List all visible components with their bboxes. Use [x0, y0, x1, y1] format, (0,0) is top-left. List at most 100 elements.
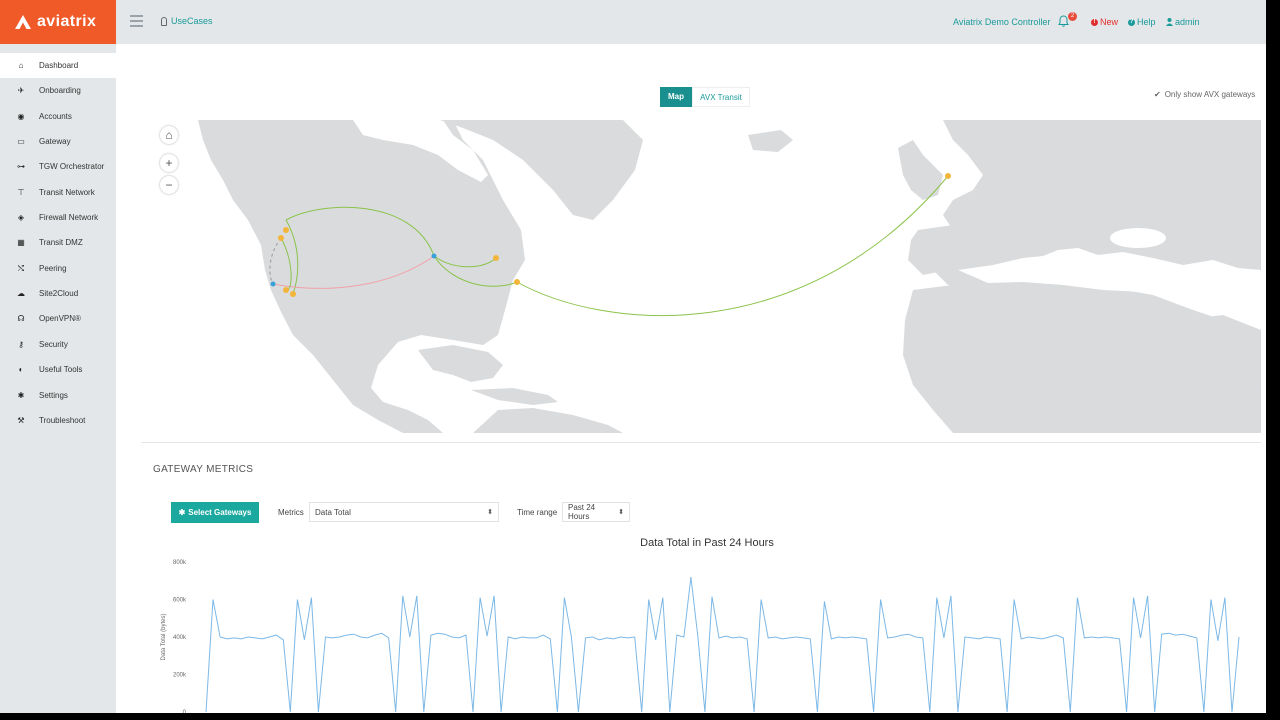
time-range-label: Time range	[517, 508, 558, 517]
sidebar-item-tgw-orchestrator[interactable]: ⊶ TGW Orchestrator	[0, 154, 116, 179]
world-map[interactable]: ⌂ + −	[153, 120, 1261, 433]
new-label: New	[1100, 17, 1119, 27]
notification-badge: 2	[1068, 12, 1077, 21]
sidebar-item-label: Firewall Network	[39, 213, 99, 222]
sidebar-item-label: Transit DMZ	[39, 238, 83, 247]
plane-icon: ✈	[17, 86, 25, 95]
sidebar-item-settings[interactable]: ✱ Settings	[0, 383, 116, 408]
sidebar-item-transit-network[interactable]: ⊤ Transit Network	[0, 180, 116, 205]
usecases-label: UseCases	[171, 16, 213, 26]
sidebar-item-label: Onboarding	[39, 86, 81, 95]
metrics-label: Metrics	[278, 508, 304, 517]
user-name: admin	[1175, 17, 1200, 27]
gateway-metrics-title: GATEWAY METRICS	[153, 464, 254, 475]
select-gateways-label: Select Gateways	[188, 508, 252, 517]
transit-marker	[270, 281, 276, 287]
lightbulb-icon	[161, 16, 167, 26]
home-icon: ⌂	[18, 61, 24, 70]
vpn-icon: ☊	[17, 314, 25, 323]
sidebar-item-label: Site2Cloud	[39, 289, 79, 298]
gateway-marker	[283, 227, 289, 233]
key-icon: ⚷	[18, 340, 24, 349]
exclamation-icon: !	[1091, 18, 1098, 26]
zoom-in-icon[interactable]: +	[160, 154, 178, 172]
tools-icon: ◐	[18, 365, 24, 374]
gear-icon: ✱	[17, 391, 25, 400]
brand-name: aviatrix	[37, 13, 97, 30]
tab-avx-transit[interactable]: AVX Transit	[692, 87, 750, 107]
sidebar-item-transit-dmz[interactable]: ▦ Transit DMZ	[0, 230, 116, 255]
sidebar-item-site2cloud[interactable]: ☁ Site2Cloud	[0, 281, 116, 306]
usecases-link[interactable]: UseCases	[161, 16, 213, 26]
only-avx-label: Only show AVX gateways	[1164, 90, 1256, 99]
help-button[interactable]: ? Help	[1128, 17, 1156, 27]
user-icon	[1166, 18, 1173, 26]
select-gateways-button[interactable]: ✱ Select Gateways	[171, 502, 259, 523]
y-tick-label: 800k	[173, 560, 187, 566]
user-menu[interactable]: admin	[1166, 17, 1200, 27]
menu-toggle-icon[interactable]	[130, 15, 143, 27]
aviatrix-logo-icon	[15, 15, 31, 29]
updown-arrow-icon: ⬍	[487, 509, 493, 516]
sidebar-item-peering[interactable]: ⤭ Peering	[0, 256, 116, 281]
sidebar-item-label: Transit Network	[39, 188, 95, 197]
controller-name[interactable]: Aviatrix Demo Controller	[953, 17, 1050, 27]
sidebar-item-label: Troubleshoot	[39, 416, 86, 425]
map-canvas	[198, 120, 1261, 433]
map-view-toggle: Map AVX Transit	[660, 87, 750, 107]
new-button[interactable]: ! New	[1091, 17, 1118, 27]
time-range-select[interactable]: Past 24 Hours ⬍	[562, 502, 630, 522]
tab-map[interactable]: Map	[660, 87, 692, 107]
data-total-chart: 0 200k 400k 600k 800k Data Total (bytes)	[161, 560, 1240, 713]
checkmark-icon: ✔	[1154, 90, 1161, 99]
question-icon: ?	[1128, 18, 1135, 26]
network-icon: ⊶	[17, 162, 25, 171]
sidebar-item-onboarding[interactable]: ✈ Onboarding	[0, 78, 116, 103]
y-tick-label: 200k	[173, 673, 187, 679]
chart-title: Data Total in Past 24 Hours	[640, 537, 774, 549]
eye-icon: ◉	[17, 112, 25, 121]
gateway-marker	[290, 291, 296, 297]
sidebar-item-useful-tools[interactable]: ◐ Useful Tools	[0, 357, 116, 382]
gateway-marker	[278, 235, 284, 241]
monitor-icon: ▭	[17, 137, 25, 146]
sidebar-item-label: Useful Tools	[39, 365, 83, 374]
top-bar: aviatrix UseCases Aviatrix Demo Controll…	[0, 0, 1266, 44]
building-icon: ▦	[17, 238, 25, 247]
sidebar-item-firewall-network[interactable]: ◈ Firewall Network	[0, 205, 116, 230]
y-tick-label: 600k	[173, 598, 187, 604]
time-range-value: Past 24 Hours	[568, 503, 596, 521]
gateway-marker	[514, 279, 520, 285]
brand-logo[interactable]: aviatrix	[0, 0, 116, 44]
zoom-out-icon[interactable]: −	[160, 176, 178, 194]
sidebar-item-troubleshoot[interactable]: ⚒ Troubleshoot	[0, 408, 116, 433]
sidebar-item-gateway[interactable]: ▭ Gateway	[0, 129, 116, 154]
sidebar-item-security[interactable]: ⚷ Security	[0, 332, 116, 357]
sidebar-item-label: TGW Orchestrator	[39, 162, 105, 171]
wrench-icon: ⚒	[17, 416, 25, 425]
data-series-line	[205, 576, 1240, 713]
gateway-marker	[945, 173, 951, 179]
y-axis-label: Data Total (bytes)	[161, 614, 167, 661]
sidebar-item-openvpn[interactable]: ☊ OpenVPN®	[0, 306, 116, 331]
metrics-select-value: Data Total	[315, 507, 351, 517]
sidebar: ⌂ Dashboard ✈ Onboarding ◉ Accounts ▭ Gatewa…	[0, 44, 116, 713]
y-tick-label: 400k	[173, 635, 187, 641]
shuffle-icon: ⤭	[17, 263, 25, 273]
y-tick-label: 0	[183, 710, 187, 713]
metrics-select[interactable]: Data Total ⬍	[309, 502, 499, 522]
app-window: aviatrix UseCases Aviatrix Demo Controll…	[0, 0, 1266, 713]
sidebar-item-label: Security	[39, 340, 68, 349]
transit-marker	[431, 253, 437, 259]
sidebar-item-label: Settings	[39, 391, 68, 400]
south-america-landmass	[473, 408, 623, 433]
map-home-icon[interactable]: ⌂	[160, 126, 178, 144]
africa-landmass	[903, 278, 1261, 433]
updown-arrow-icon: ⬍	[618, 509, 624, 516]
sidebar-item-label: Dashboard	[39, 61, 79, 70]
only-avx-gateways-checkbox[interactable]: ✔ Only show AVX gateways	[1154, 90, 1255, 99]
sidebar-item-accounts[interactable]: ◉ Accounts	[0, 104, 116, 129]
sidebar-item-label: Gateway	[39, 137, 71, 146]
sidebar-item-dashboard[interactable]: ⌂ Dashboard	[0, 53, 116, 78]
help-label: Help	[1137, 17, 1156, 27]
